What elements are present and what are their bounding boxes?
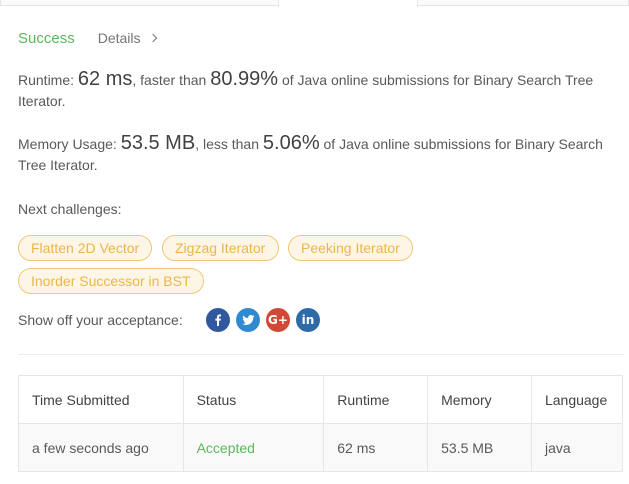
tab-active[interactable] (278, 0, 418, 7)
chevron-right-icon (148, 33, 157, 43)
cell-language: java (530, 423, 624, 472)
header-status[interactable]: Status (182, 375, 325, 424)
facebook-icon[interactable] (206, 308, 230, 332)
challenge-chip-peeking-iterator[interactable]: Peeking Iterator (288, 235, 413, 261)
result-status-row: Success Details (18, 30, 157, 47)
linkedin-icon[interactable]: in (296, 308, 320, 332)
challenge-chip-inorder-successor[interactable]: Inorder Successor in BST (18, 268, 204, 294)
memory-stat: Memory Usage: 53.5 MB, less than 5.06% o… (18, 133, 618, 176)
header-runtime[interactable]: Runtime (323, 375, 429, 424)
header-memory[interactable]: Memory (427, 375, 532, 424)
cell-time-submitted: a few seconds ago (18, 423, 184, 472)
challenge-chip-zigzag-iterator[interactable]: Zigzag Iterator (162, 235, 279, 261)
tab-right[interactable] (417, 0, 629, 6)
next-challenges-label: Next challenges: (18, 201, 122, 217)
table-header-row: Time Submitted Status Runtime Memory Lan… (18, 375, 624, 424)
tab-strip (0, 0, 629, 7)
details-label: Details (97, 30, 141, 46)
submissions-table: Time Submitted Status Runtime Memory Lan… (18, 375, 624, 472)
runtime-middle: , faster than (132, 72, 211, 88)
cell-memory: 53.5 MB (427, 423, 532, 472)
section-divider (18, 354, 624, 355)
tab-left[interactable] (0, 0, 279, 6)
memory-value: 53.5 MB (120, 132, 196, 154)
cell-status-accepted[interactable]: Accepted (182, 423, 325, 472)
header-language[interactable]: Language (530, 375, 624, 424)
memory-middle: , less than (195, 136, 263, 152)
details-link[interactable]: Details (97, 30, 157, 46)
runtime-value: 62 ms (77, 68, 133, 90)
twitter-icon[interactable] (236, 308, 260, 332)
success-status: Success (18, 30, 75, 47)
memory-percent: 5.06% (262, 132, 320, 154)
google-plus-icon[interactable]: G+ (266, 308, 290, 332)
share-label: Show off your acceptance: (18, 312, 183, 328)
cell-runtime: 62 ms (323, 423, 429, 472)
runtime-stat: Runtime: 62 ms, faster than 80.99% of Ja… (18, 69, 618, 112)
challenge-chip-flatten-2d-vector[interactable]: Flatten 2D Vector (18, 235, 152, 261)
table-row: a few seconds ago Accepted 62 ms 53.5 MB… (18, 423, 624, 472)
runtime-percent: 80.99% (210, 68, 279, 90)
runtime-prefix: Runtime: (18, 72, 78, 88)
memory-prefix: Memory Usage: (18, 136, 121, 152)
header-time-submitted[interactable]: Time Submitted (18, 375, 184, 424)
